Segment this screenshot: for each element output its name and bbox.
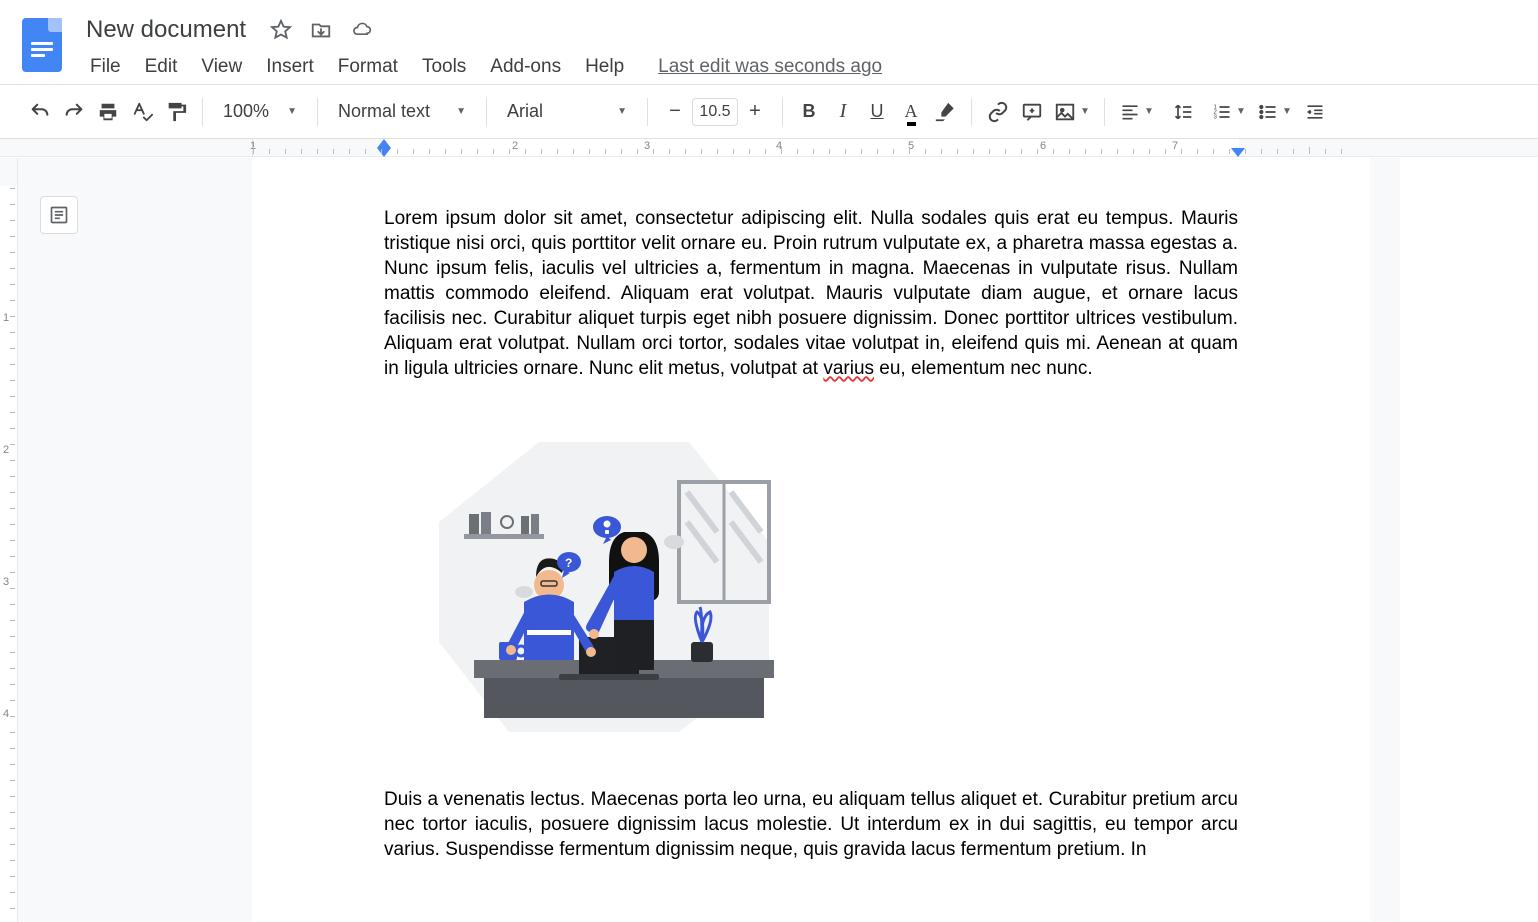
last-edit-status[interactable]: Last edit was seconds ago [658,52,882,82]
redo-button[interactable] [58,95,90,129]
header: New document File Edit View Insert Forma… [0,0,1538,85]
horizontal-ruler[interactable]: 1 2 3 4 5 6 7 [0,139,1538,157]
insert-image-button[interactable]: ▼ [1050,95,1094,129]
font-size-input[interactable] [692,98,738,126]
ruler-mark: 3 [644,140,650,152]
caret-down-icon: ▼ [1144,106,1154,117]
caret-down-icon: ▼ [456,106,466,117]
align-button[interactable]: ▼ [1115,95,1159,129]
toolbar: 100% ▼ Normal text ▼ Arial ▼ − + B I U A… [0,85,1538,139]
text-color-button[interactable]: A [895,95,927,129]
outline-toggle-button[interactable] [40,196,78,234]
insert-comment-button[interactable] [1016,95,1048,129]
font-size-decrease-button[interactable]: − [658,95,692,129]
zoom-dropdown[interactable]: 100% ▼ [213,95,307,129]
svg-text:?: ? [565,556,572,570]
ruler-mark: 2 [512,140,518,152]
menubar: File Edit View Insert Format Tools Add-o… [80,52,1538,82]
menu-view[interactable]: View [191,52,252,82]
spellcheck-button[interactable] [126,95,158,129]
line-spacing-button[interactable] [1161,95,1205,129]
document-title[interactable]: New document [80,14,252,46]
ruler-mark: 6 [1040,140,1046,152]
bold-button[interactable]: B [793,95,825,129]
print-button[interactable] [92,95,124,129]
spelling-error[interactable]: varius [823,358,874,379]
docs-logo-icon[interactable] [22,18,62,72]
workspace: 1 2 3 4 Lorem ipsum dolor sit amet, cons… [0,158,1400,922]
undo-button[interactable] [24,95,56,129]
menu-edit[interactable]: Edit [135,52,188,82]
caret-down-icon: ▼ [1282,106,1292,117]
menu-file[interactable]: File [80,52,131,82]
paragraph[interactable]: Lorem ipsum dolor sit amet, consectetur … [384,206,1238,382]
menu-insert[interactable]: Insert [256,52,324,82]
font-value: Arial [507,101,543,122]
caret-down-icon: ▼ [1236,106,1246,117]
star-icon[interactable] [270,19,292,41]
menu-add-ons[interactable]: Add-ons [480,52,571,82]
vruler-mark: 4 [3,708,9,720]
ruler-mark: 7 [1172,140,1178,152]
font-dropdown[interactable]: Arial ▼ [497,95,637,129]
caret-down-icon: ▼ [287,106,297,117]
font-size-increase-button[interactable]: + [738,95,772,129]
underline-button[interactable]: U [861,95,893,129]
outdent-button[interactable] [1299,95,1331,129]
zoom-value: 100% [223,101,269,122]
menu-format[interactable]: Format [328,52,408,82]
svg-text:3: 3 [1214,114,1217,120]
move-icon[interactable] [310,19,332,41]
caret-down-icon: ▼ [617,106,627,117]
paragraph-style-dropdown[interactable]: Normal text ▼ [328,95,476,129]
paint-format-button[interactable] [160,95,192,129]
menu-help[interactable]: Help [575,52,634,82]
insert-link-button[interactable] [982,95,1014,129]
vruler-mark: 3 [3,576,9,588]
vruler-mark: 1 [3,312,9,324]
vertical-ruler[interactable]: 1 2 3 4 [0,158,18,922]
menu-tools[interactable]: Tools [412,52,476,82]
style-value: Normal text [338,101,430,122]
inline-image[interactable]: ? [429,442,789,732]
vruler-mark: 2 [3,444,9,456]
document-page[interactable]: Lorem ipsum dolor sit amet, consectetur … [252,158,1370,922]
bulleted-list-button[interactable]: ▼ [1253,95,1297,129]
numbered-list-button[interactable]: 123 ▼ [1207,95,1251,129]
highlight-color-button[interactable] [929,95,961,129]
cloud-status-icon[interactable] [350,20,374,40]
caret-down-icon: ▼ [1080,106,1090,117]
italic-button[interactable]: I [827,95,859,129]
paragraph[interactable]: Duis a venenatis lectus. Maecenas porta … [384,787,1238,862]
